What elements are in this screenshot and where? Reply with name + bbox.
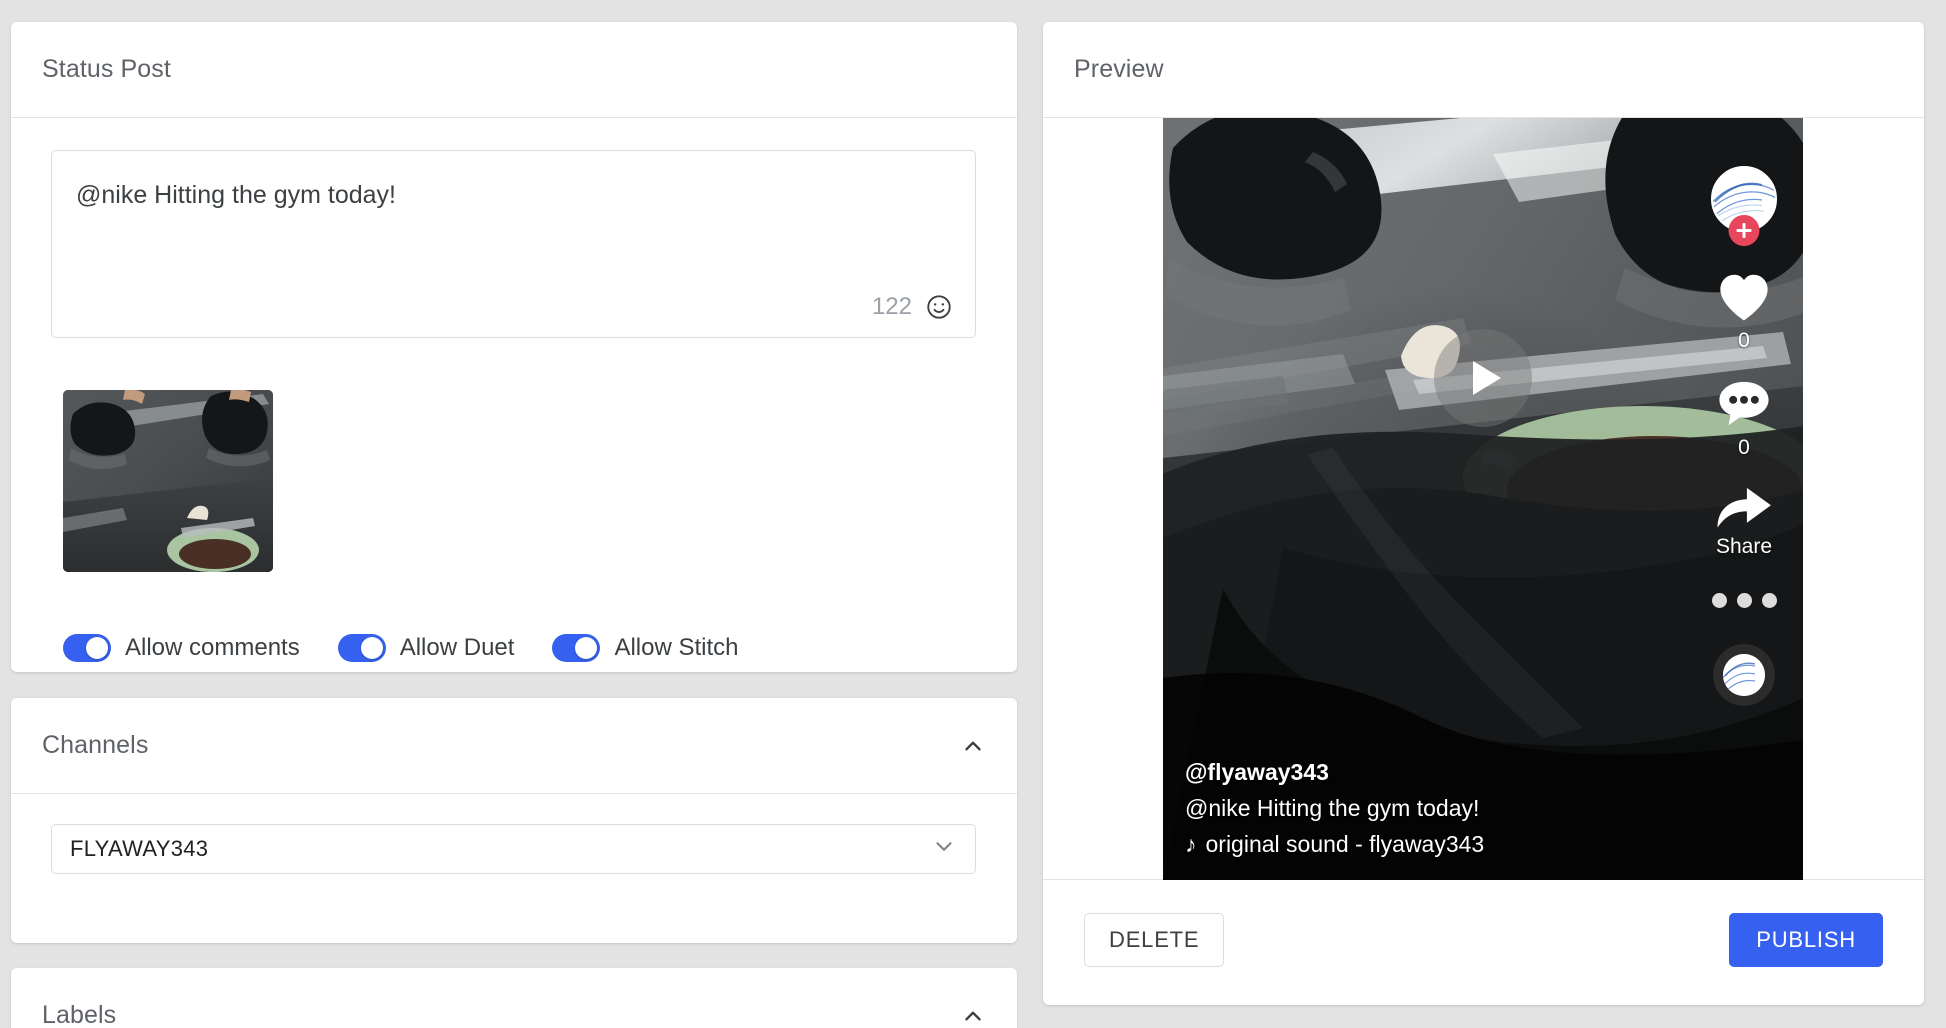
toggle-allow-stitch[interactable]: Allow Stitch xyxy=(552,634,738,662)
allow-comments-switch[interactable] xyxy=(63,634,111,662)
smiley-face-icon[interactable] xyxy=(925,293,953,321)
labels-title: Labels xyxy=(42,1001,117,1028)
preview-title: Preview xyxy=(1074,55,1164,83)
app-root: Status Post @nike Hitting the gym today!… xyxy=(0,0,1946,1028)
video-action-rail: 0 0 Share xyxy=(1699,166,1789,706)
preview-card: Preview 0 0 Share @flyaway343 @nike Hitt… xyxy=(1043,22,1924,1005)
like-count: 0 xyxy=(1738,329,1750,352)
channel-select-section: FLYAWAY343 xyxy=(11,794,1017,874)
publish-button[interactable]: PUBLISH xyxy=(1729,913,1883,967)
three-dots-icon[interactable] xyxy=(1711,593,1777,608)
caption-text: @nike Hitting the gym today! xyxy=(1185,795,1480,821)
plus-icon[interactable] xyxy=(1728,215,1760,246)
caption-username[interactable]: @flyaway343 xyxy=(1185,759,1685,786)
video-preview[interactable]: 0 0 Share @flyaway343 @nike Hitting the … xyxy=(1163,118,1803,880)
share-arrow-icon[interactable] xyxy=(1715,486,1773,530)
caption-input-value[interactable]: @nike Hitting the gym today! xyxy=(76,181,396,210)
allow-stitch-label: Allow Stitch xyxy=(614,634,739,661)
character-counter: 122 xyxy=(871,293,912,320)
comment-button[interactable]: 0 xyxy=(1716,379,1772,460)
video-caption: @flyaway343 @nike Hitting the gym today!… xyxy=(1185,759,1685,858)
like-button[interactable]: 0 xyxy=(1716,272,1772,353)
chevron-down-icon[interactable] xyxy=(931,834,957,865)
avatar[interactable] xyxy=(1711,166,1777,246)
channel-select[interactable]: FLYAWAY343 xyxy=(51,824,976,874)
comment-count: 0 xyxy=(1738,436,1750,459)
status-post-card: Status Post @nike Hitting the gym today!… xyxy=(11,22,1017,672)
status-post-header: Status Post xyxy=(11,22,1017,118)
allow-duet-label: Allow Duet xyxy=(399,634,515,661)
composer-meta: 122 xyxy=(872,293,953,321)
caption-input[interactable]: @nike Hitting the gym today! 122 xyxy=(51,150,976,338)
preview-actions: DELETE PUBLISH xyxy=(1043,880,1924,1000)
toggle-allow-duet[interactable]: Allow Duet xyxy=(337,634,515,662)
preview-header: Preview xyxy=(1043,22,1924,118)
allow-duet-switch[interactable] xyxy=(337,634,386,662)
preview-body: 0 0 Share @flyaway343 @nike Hitting the … xyxy=(1043,118,1924,880)
allow-comments-label: Allow comments xyxy=(125,634,300,661)
delete-button[interactable]: DELETE xyxy=(1084,913,1225,967)
music-disc-icon[interactable] xyxy=(1713,644,1775,706)
play-icon[interactable] xyxy=(1434,329,1532,427)
labels-header[interactable]: Labels xyxy=(11,968,1017,1028)
chevron-up-icon[interactable] xyxy=(960,733,986,759)
channels-header[interactable]: Channels xyxy=(11,698,1017,794)
channel-select-value: FLYAWAY343 xyxy=(70,836,209,861)
page-title: Status Post xyxy=(42,55,171,83)
toggle-allow-comments[interactable]: Allow comments xyxy=(63,634,300,662)
labels-card: Labels xyxy=(11,968,1017,1028)
composer-section: @nike Hitting the gym today! 122 xyxy=(11,118,1017,338)
allow-stitch-switch[interactable] xyxy=(552,634,601,662)
caption-sound-label: original sound - flyaway343 xyxy=(1205,831,1485,857)
permission-toggles: Allow comments Allow Duet Allow Stitch xyxy=(63,634,738,662)
media-thumbnail[interactable] xyxy=(63,390,273,572)
share-button[interactable]: Share xyxy=(1715,486,1773,559)
channels-title: Channels xyxy=(42,731,149,759)
comment-bubble-icon[interactable] xyxy=(1716,379,1772,429)
share-label: Share xyxy=(1715,535,1773,558)
chevron-up-icon[interactable] xyxy=(960,1003,986,1028)
heart-icon[interactable] xyxy=(1716,272,1772,322)
caption-sound[interactable]: ♪ original sound - flyaway343 xyxy=(1185,831,1685,858)
channels-card: Channels FLYAWAY343 xyxy=(11,698,1017,943)
music-note-icon: ♪ xyxy=(1185,831,1197,857)
